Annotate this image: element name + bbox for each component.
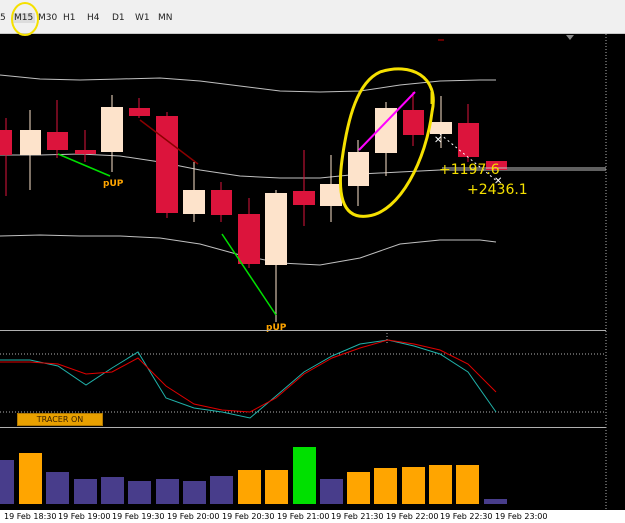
oscillator-fast-line bbox=[0, 339, 497, 419]
candle bbox=[183, 190, 205, 214]
time-label: 19 Feb 21:30 bbox=[331, 512, 384, 521]
candle bbox=[101, 107, 123, 152]
candle bbox=[156, 116, 178, 213]
trend-line-green-left[interactable] bbox=[57, 153, 111, 177]
trade-marker-icon[interactable]: ✕ bbox=[434, 135, 442, 146]
histogram-bar bbox=[128, 481, 151, 504]
histogram-bar bbox=[265, 470, 288, 504]
candle bbox=[47, 132, 68, 150]
histogram-bar bbox=[210, 476, 233, 504]
histogram-bar bbox=[402, 467, 425, 504]
histogram-bars bbox=[0, 447, 507, 504]
pane-separator[interactable] bbox=[0, 427, 606, 428]
candle bbox=[430, 122, 452, 134]
histogram-bar bbox=[19, 453, 42, 504]
histogram-bar bbox=[156, 479, 179, 504]
time-label: 19 Feb 19:30 bbox=[112, 512, 165, 521]
histogram-bar bbox=[183, 481, 206, 504]
profit-label: +2436.1 bbox=[467, 182, 528, 198]
histogram-bar bbox=[456, 465, 479, 504]
time-label: 19 Feb 22:00 bbox=[386, 512, 439, 521]
candle bbox=[20, 130, 41, 155]
histogram-bar bbox=[429, 465, 452, 504]
time-label: 19 Feb 18:30 bbox=[4, 512, 57, 521]
candle bbox=[293, 191, 315, 205]
candle bbox=[320, 184, 342, 206]
histogram-bar bbox=[101, 477, 124, 504]
candle bbox=[458, 123, 479, 157]
time-label: 19 Feb 22:30 bbox=[440, 512, 493, 521]
time-axis: 19 Feb 18:30 19 Feb 19:00 19 Feb 19:30 1… bbox=[0, 510, 625, 523]
scroll-marker-icon[interactable] bbox=[566, 35, 574, 40]
time-label: 19 Feb 19:00 bbox=[58, 512, 111, 521]
candle bbox=[211, 190, 232, 215]
pup-label: pUP bbox=[103, 179, 124, 189]
candle bbox=[348, 152, 369, 186]
time-label: 19 Feb 20:30 bbox=[222, 512, 275, 521]
timeframe-highlight-circle bbox=[11, 2, 39, 36]
histogram-bar bbox=[374, 468, 397, 504]
time-label: 19 Feb 20:00 bbox=[167, 512, 220, 521]
histogram-bar bbox=[74, 479, 97, 504]
histogram-bar bbox=[293, 447, 316, 504]
profit-label: +1197.6 bbox=[439, 162, 500, 178]
candle bbox=[129, 108, 150, 116]
time-label: 19 Feb 21:00 bbox=[277, 512, 330, 521]
candle bbox=[75, 150, 96, 154]
candle bbox=[0, 130, 12, 155]
histogram-bar bbox=[484, 499, 507, 504]
pup-label: pUP bbox=[266, 323, 287, 333]
candle bbox=[238, 214, 260, 264]
histogram-bar bbox=[46, 472, 69, 504]
histogram-bar bbox=[347, 472, 370, 504]
histogram-bar bbox=[0, 460, 14, 504]
price-chart[interactable]: ✕ ✕ pUP pUP +1197.6 +2436.1 bbox=[0, 0, 625, 523]
oscillator-slow-line bbox=[0, 339, 497, 413]
candle bbox=[265, 193, 287, 265]
histogram-bar bbox=[320, 479, 343, 504]
time-label: 19 Feb 23:00 bbox=[495, 512, 548, 521]
histogram-bar bbox=[238, 470, 261, 504]
bollinger-middle-band bbox=[0, 153, 606, 179]
candle bbox=[403, 110, 424, 135]
tracer-on-button[interactable]: TRACER ON bbox=[17, 413, 103, 426]
pane-separator[interactable] bbox=[0, 330, 606, 331]
